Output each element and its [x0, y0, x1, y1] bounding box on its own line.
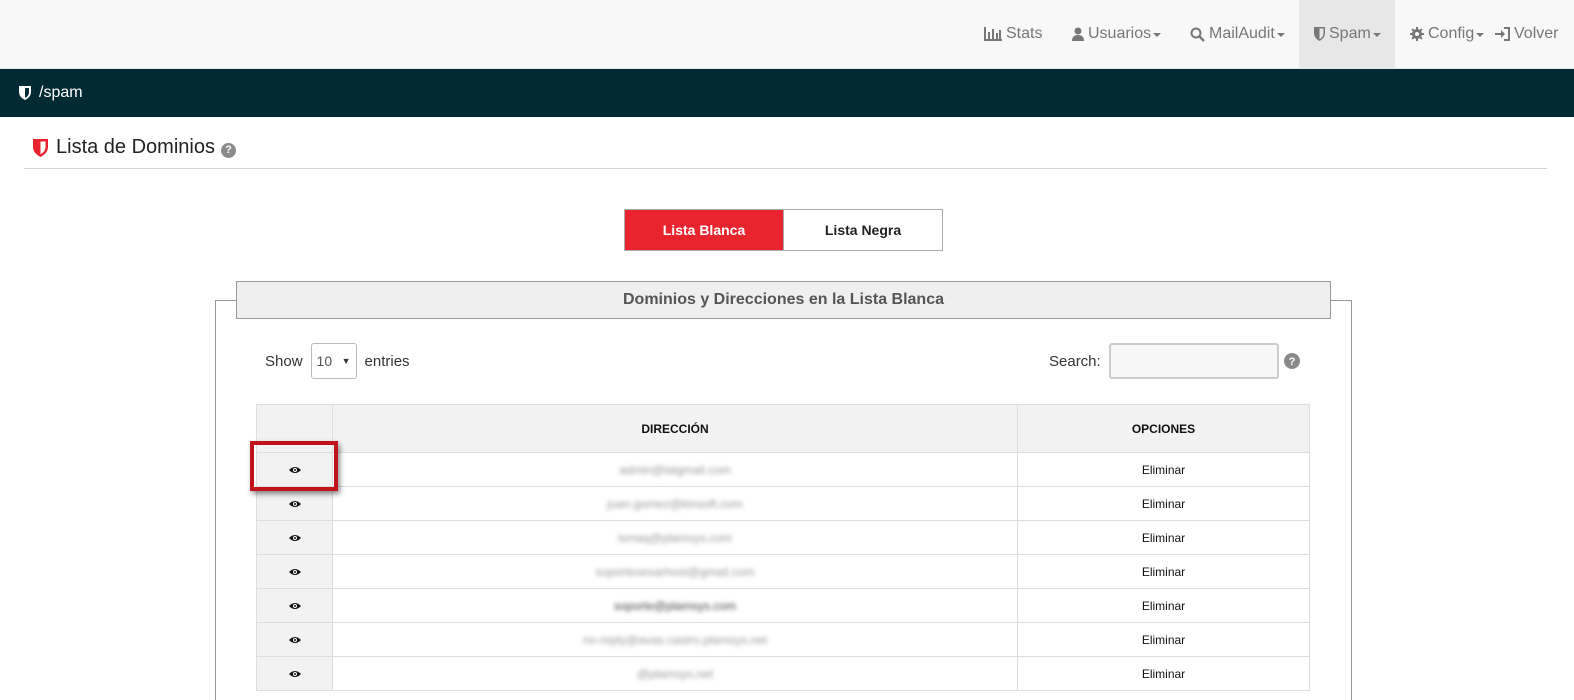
eye-icon: [288, 636, 301, 643]
view-button[interactable]: [256, 656, 333, 691]
caret-down-icon: [1476, 33, 1485, 37]
search-icon: [1190, 27, 1205, 42]
address-text: juan.gomez@kinsoft.com: [607, 496, 743, 511]
user-icon: [1072, 27, 1084, 41]
nav-usuarios-label: Usuarios: [1088, 25, 1152, 42]
address-cell: no-reply@avas.castro.plamsys.net: [332, 622, 1018, 657]
address-cell: soporte@plamsys.com: [332, 588, 1018, 623]
nav-stats[interactable]: Stats: [984, 0, 1042, 68]
top-navbar: Stats Usuarios MailAudit Spam Config Vol…: [0, 0, 1574, 69]
page-header: Lista de Dominios ?: [33, 136, 236, 159]
entries-select[interactable]: 10 ▼: [310, 343, 357, 379]
address-text: @plamsys.net: [636, 666, 714, 681]
column-header-opciones: OPCIONES: [1017, 404, 1310, 453]
address-cell: soportesesarhost@gmail.com: [332, 554, 1018, 589]
page-title: Lista de Dominios: [56, 136, 215, 158]
table-row: @plamsys.net Eliminar: [256, 656, 1310, 691]
nav-volver-label: Volver: [1514, 25, 1559, 42]
column-header-view: [256, 404, 333, 453]
view-button[interactable]: [256, 486, 333, 521]
sign-in-icon: [1495, 27, 1510, 41]
nav-mailaudit[interactable]: MailAudit: [1190, 0, 1285, 68]
eye-icon: [288, 534, 301, 541]
view-button[interactable]: [256, 452, 333, 487]
nav-spam-label: Spam: [1329, 25, 1371, 42]
table-row: soporte@plamsys.com Eliminar: [256, 588, 1310, 623]
address-text: admin@lalgmail.com: [619, 462, 731, 477]
delete-link[interactable]: Eliminar: [1017, 554, 1310, 589]
show-label: Show: [265, 352, 303, 370]
eye-icon: [288, 602, 301, 609]
delete-link[interactable]: Eliminar: [1017, 452, 1310, 487]
delete-link[interactable]: Eliminar: [1017, 622, 1310, 657]
entries-label: entries: [364, 352, 410, 370]
breadcrumb-path: /spam: [39, 84, 83, 101]
svg-text:?: ?: [1289, 356, 1296, 368]
address-cell: @plamsys.net: [332, 656, 1018, 691]
list-tabs: Lista Blanca Lista Negra: [624, 209, 943, 251]
address-cell: admin@lalgmail.com: [332, 452, 1018, 487]
eye-icon: [288, 500, 301, 507]
search-input[interactable]: [1108, 343, 1279, 379]
whitelist-table: DIRECCIÓN OPCIONES admin@lalgmail.com El…: [256, 404, 1310, 691]
caret-down-icon: [1372, 33, 1381, 37]
tab-lista-blanca[interactable]: Lista Blanca: [625, 210, 783, 250]
caret-down-icon: [1153, 33, 1162, 37]
panel-title: Dominios y Direcciones en la Lista Blanc…: [236, 281, 1331, 319]
address-cell: ismaq@plamsys.com: [332, 520, 1018, 555]
nav-volver[interactable]: Volver: [1495, 0, 1558, 68]
view-button[interactable]: [256, 520, 333, 555]
shield-icon: [33, 138, 48, 157]
entries-length-control: Show 10 ▼ entries: [265, 343, 410, 379]
nav-config[interactable]: Config: [1410, 0, 1485, 68]
caret-down-icon: [1276, 33, 1285, 37]
table-header-row: DIRECCIÓN OPCIONES: [256, 404, 1310, 453]
table-row: admin@lalgmail.com Eliminar: [256, 452, 1310, 487]
help-icon[interactable]: ?: [220, 142, 236, 158]
eye-icon: [288, 670, 301, 677]
view-button[interactable]: [256, 622, 333, 657]
nav-spam[interactable]: Spam: [1299, 0, 1395, 68]
breadcrumb: /spam: [0, 69, 1574, 117]
delete-link[interactable]: Eliminar: [1017, 588, 1310, 623]
address-text: soportesesarhost@gmail.com: [595, 564, 755, 579]
view-button[interactable]: [256, 554, 333, 589]
search-label: Search:: [1049, 352, 1101, 370]
nav-stats-label: Stats: [1006, 25, 1043, 42]
address-text: ismaq@plamsys.com: [617, 530, 733, 545]
search-control: Search:: [1049, 343, 1279, 379]
gear-icon: [1410, 27, 1424, 41]
delete-link[interactable]: Eliminar: [1017, 486, 1310, 521]
nav-config-label: Config: [1428, 25, 1475, 42]
title-divider: [24, 168, 1547, 169]
column-header-direccion[interactable]: DIRECCIÓN: [332, 404, 1018, 453]
bar-chart-icon: [984, 27, 1002, 41]
address-text: soporte@plamsys.com: [613, 598, 737, 613]
table-row: juan.gomez@kinsoft.com Eliminar: [256, 486, 1310, 521]
shield-icon: [1314, 27, 1325, 41]
dropdown-arrow-icon: ▼: [341, 356, 351, 366]
eye-icon: [288, 466, 301, 473]
entries-select-value: 10: [316, 353, 333, 369]
table-row: no-reply@avas.castro.plamsys.net Elimina…: [256, 622, 1310, 657]
nav-mailaudit-label: MailAudit: [1209, 25, 1275, 42]
delete-link[interactable]: Eliminar: [1017, 520, 1310, 555]
address-cell: juan.gomez@kinsoft.com: [332, 486, 1018, 521]
table-row: ismaq@plamsys.com Eliminar: [256, 520, 1310, 555]
eye-icon: [288, 568, 301, 575]
tab-lista-negra[interactable]: Lista Negra: [783, 210, 942, 250]
help-icon[interactable]: ?: [1284, 353, 1300, 369]
shield-icon: [19, 86, 31, 100]
delete-link[interactable]: Eliminar: [1017, 656, 1310, 691]
address-text: no-reply@avas.castro.plamsys.net: [582, 632, 768, 647]
nav-usuarios[interactable]: Usuarios: [1072, 0, 1162, 68]
view-button[interactable]: [256, 588, 333, 623]
table-row: soportesesarhost@gmail.com Eliminar: [256, 554, 1310, 589]
